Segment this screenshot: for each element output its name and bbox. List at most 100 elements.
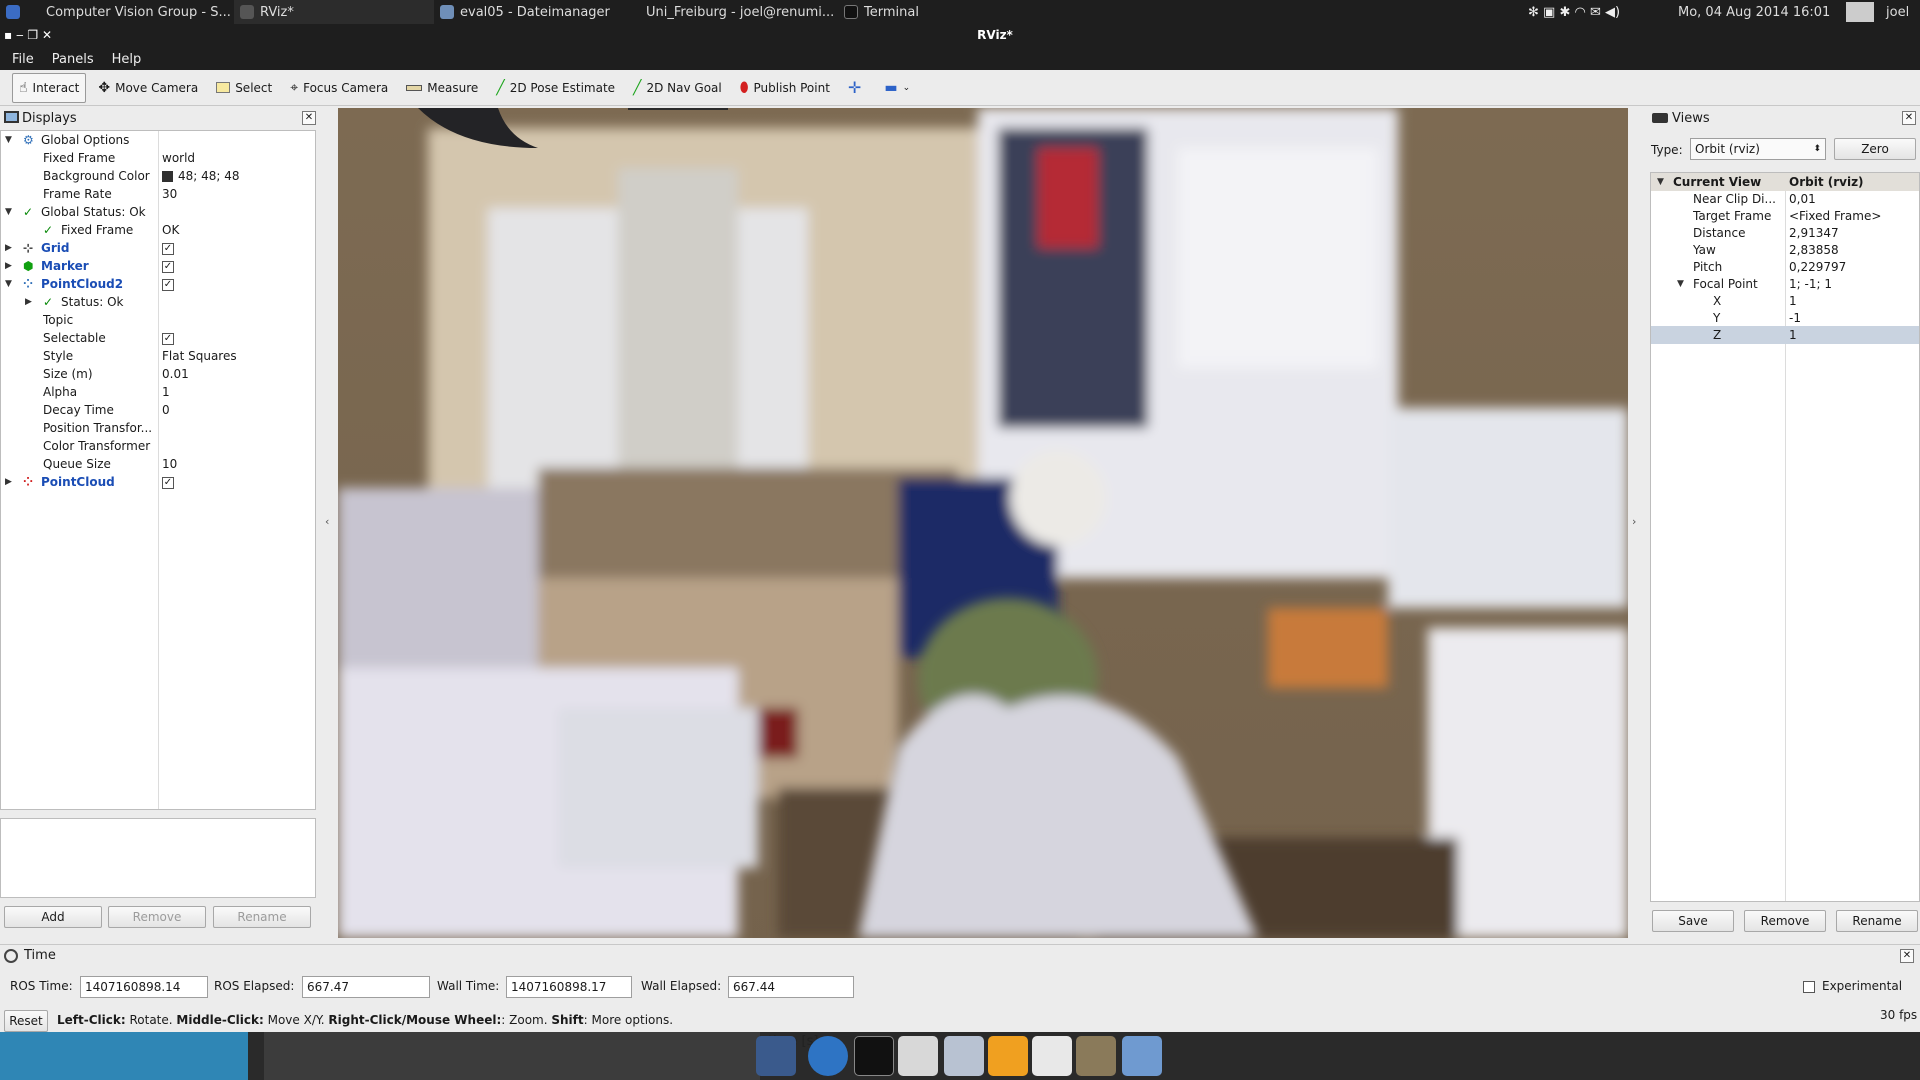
tex-icon[interactable] <box>1032 1036 1072 1076</box>
view-row[interactable]: Y -1 <box>1651 309 1919 327</box>
expand-right-icon[interactable]: ▶ <box>5 473 12 491</box>
display-row[interactable]: ▶ ⊹ Grid ✓ <box>1 239 315 257</box>
right-splitter-arrow[interactable]: › <box>1632 515 1636 528</box>
remove-display-button[interactable]: Remove <box>108 906 206 928</box>
editor-icon[interactable] <box>944 1036 984 1076</box>
close-icon[interactable]: ✕ <box>1900 949 1914 963</box>
displays-tree[interactable]: ▼ ⚙ Global Options Fixed Frame world Backgrou… <box>0 130 316 810</box>
experimental-checkbox[interactable] <box>1803 981 1815 993</box>
display-row[interactable]: ▶ ⬢ Marker ✓ <box>1 257 315 275</box>
display-row-value[interactable]: ✓ <box>162 329 174 347</box>
display-row[interactable]: ▼ ⁘ PointCloud2 ✓ <box>1 275 315 293</box>
ros-time-field[interactable]: 1407160898.14 <box>80 976 208 998</box>
browser-icon[interactable] <box>808 1036 848 1076</box>
view-row[interactable]: Near Clip Di... 0,01 <box>1651 190 1919 208</box>
views-tree[interactable]: ▼ Current View Orbit (rviz) Near Clip Di...… <box>1650 172 1920 902</box>
interact-tool[interactable]: ☝ Interact <box>12 72 87 103</box>
view-row[interactable]: ▼ Focal Point 1; -1; 1 <box>1651 275 1919 293</box>
close-icon[interactable]: ✕ <box>302 111 316 125</box>
view-row[interactable]: Z1 <box>1651 326 1919 344</box>
display-row[interactable]: Color Transformer <box>1 437 315 455</box>
view-row[interactable]: Pitch 0,229797 <box>1651 258 1919 276</box>
enabled-checkbox[interactable]: ✓ <box>162 260 174 273</box>
menu-file[interactable]: File <box>0 52 43 67</box>
display-row-value[interactable]: ✓ <box>162 257 174 275</box>
menu-panels[interactable]: Panels <box>43 52 103 67</box>
measure-tool[interactable]: Measure <box>400 73 484 103</box>
task-rviz[interactable]: RViz* <box>234 0 434 24</box>
remove-tool-button[interactable]: ▬ ⌄ <box>878 73 916 103</box>
tray-icons[interactable]: ✻ ▣ ✱ ◠ ✉ ◀) <box>1522 0 1672 24</box>
expand-right-icon[interactable]: ▶ <box>5 239 12 257</box>
display-row[interactable]: ▼ ✓ Global Status: Ok <box>1 203 315 221</box>
display-row[interactable]: Background Color 48; 48; 48 <box>1 167 315 185</box>
enabled-checkbox[interactable]: ✓ <box>162 278 174 291</box>
add-display-button[interactable]: Add <box>4 906 102 928</box>
rename-view-button[interactable]: Rename <box>1836 910 1918 932</box>
terminal-icon[interactable] <box>854 1036 894 1076</box>
clock[interactable]: Mo, 04 Aug 2014 16:01 <box>1672 0 1840 24</box>
enabled-checkbox[interactable]: ✓ <box>162 242 174 255</box>
left-splitter-arrow[interactable]: ‹ <box>325 515 329 528</box>
view-row[interactable]: Target Frame <Fixed Frame> <box>1651 207 1919 225</box>
task-terminal[interactable]: Terminal <box>838 0 1038 24</box>
expand-down-icon[interactable]: ▼ <box>1657 173 1664 191</box>
display-row[interactable]: Fixed Frame world <box>1 149 315 167</box>
pose-estimate-tool[interactable]: ╱ 2D Pose Estimate <box>490 73 621 103</box>
ros-elapsed-field[interactable]: 667.47 <box>302 976 430 998</box>
window-switch-icon[interactable] <box>898 1036 938 1076</box>
view-row[interactable]: ▼ Current View Orbit (rviz) <box>1651 173 1919 191</box>
display-row[interactable]: Decay Time 0 <box>1 401 315 419</box>
view-row[interactable]: Yaw 2,83858 <box>1651 241 1919 259</box>
wall-elapsed-field[interactable]: 667.44 <box>728 976 854 998</box>
gimp-icon[interactable] <box>1076 1036 1116 1076</box>
view-row[interactable]: Distance 2,91347 <box>1651 224 1919 242</box>
enabled-checkbox[interactable]: ✓ <box>162 332 174 345</box>
display-row[interactable]: Style Flat Squares <box>1 347 315 365</box>
task-firefox[interactable]: Computer Vision Group - S... <box>34 0 234 24</box>
remove-view-button[interactable]: Remove <box>1744 910 1826 932</box>
add-tool-button[interactable]: ✛ <box>842 73 872 103</box>
display-row[interactable]: ✓ Fixed Frame OK <box>1 221 315 239</box>
desktop-icon[interactable] <box>756 1036 796 1076</box>
display-row-value[interactable]: ✓ <box>162 239 174 257</box>
3d-render-viewport[interactable] <box>338 108 1628 938</box>
expand-right-icon[interactable]: ▶ <box>5 257 12 275</box>
focus-camera-tool[interactable]: ⌖ Focus Camera <box>284 73 394 103</box>
close-icon[interactable]: ✕ <box>1902 111 1916 125</box>
wall-time-field[interactable]: 1407160898.17 <box>506 976 632 998</box>
menu-launcher-icon[interactable] <box>0 0 34 24</box>
publish-point-tool[interactable]: ⬮ Publish Point <box>734 73 836 103</box>
task-chat[interactable]: Uni_Freiburg - joel@renumi... <box>634 0 838 24</box>
display-row[interactable]: Position Transfor... <box>1 419 315 437</box>
display-row[interactable]: Size (m) 0.01 <box>1 365 315 383</box>
zero-button[interactable]: Zero <box>1834 138 1916 160</box>
move-camera-tool[interactable]: ✥ Move Camera <box>92 73 204 103</box>
expand-down-icon[interactable]: ▼ <box>5 275 12 293</box>
enabled-checkbox[interactable]: ✓ <box>162 476 174 489</box>
rename-display-button[interactable]: Rename <box>213 906 311 928</box>
reset-button[interactable]: Reset <box>4 1010 48 1032</box>
display-row[interactable]: Topic <box>1 311 315 329</box>
display-row[interactable]: Queue Size 10 <box>1 455 315 473</box>
select-tool[interactable]: Select <box>210 73 278 103</box>
settings-icon[interactable] <box>988 1036 1028 1076</box>
menu-help[interactable]: Help <box>103 52 151 67</box>
nav-goal-tool[interactable]: ╱ 2D Nav Goal <box>627 73 728 103</box>
task-file-manager[interactable]: eval05 - Dateimanager <box>434 0 634 24</box>
save-view-button[interactable]: Save <box>1652 910 1734 932</box>
display-row[interactable]: ▶ ⁘ PointCloud ✓ <box>1 473 315 491</box>
expand-down-icon[interactable]: ▼ <box>5 131 12 149</box>
user-name[interactable]: joel <box>1880 0 1920 24</box>
expand-right-icon[interactable]: ▶ <box>25 293 32 311</box>
expand-down-icon[interactable]: ▼ <box>1677 275 1684 293</box>
display-row-value[interactable]: ✓ <box>162 275 174 293</box>
folder-icon[interactable] <box>1122 1036 1162 1076</box>
display-row[interactable]: ▶ ✓ Status: Ok <box>1 293 315 311</box>
view-row[interactable]: X1 <box>1651 292 1919 310</box>
display-row[interactable]: ▼ ⚙ Global Options <box>1 131 315 149</box>
display-row[interactable]: Alpha 1 <box>1 383 315 401</box>
user-avatar[interactable] <box>1840 0 1880 24</box>
display-row[interactable]: Selectable ✓ <box>1 329 315 347</box>
display-row[interactable]: Frame Rate 30 <box>1 185 315 203</box>
